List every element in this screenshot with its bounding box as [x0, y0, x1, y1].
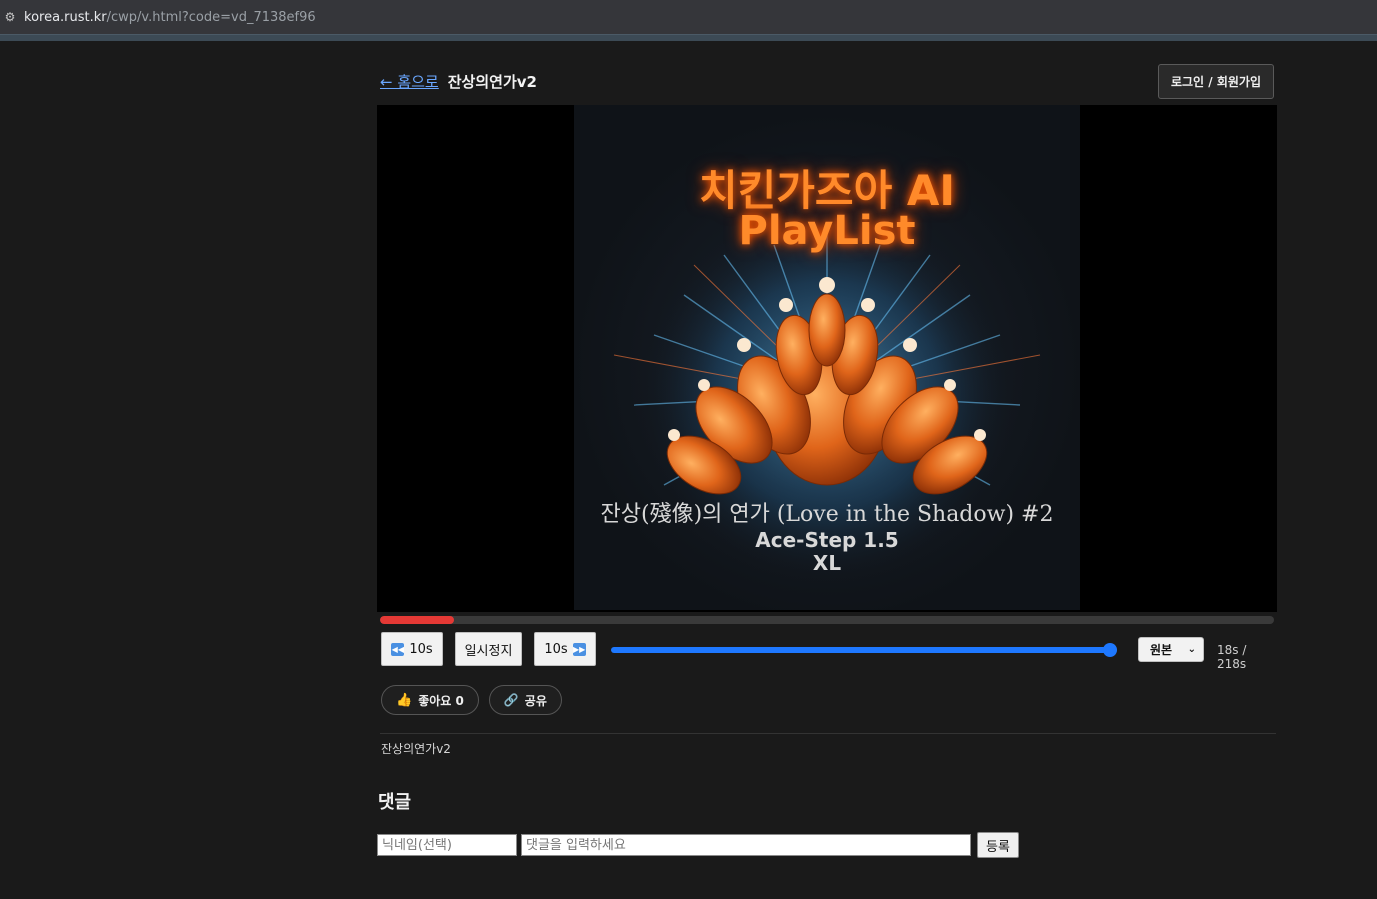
page-title: 잔상의연가v2 — [447, 72, 537, 91]
forward-label: 10s — [544, 641, 568, 657]
browser-divider — [0, 34, 1377, 41]
video-player[interactable]: 치킨가즈아 AI PlayList 잔상(殘像)의 연가 (Love in th… — [377, 105, 1277, 612]
page-header: ← 홈으로 잔상의연가v2 로그인 / 회원가입 — [380, 63, 1274, 99]
comments-heading: 댓글 — [378, 792, 412, 813]
site-settings-icon[interactable]: ⚙ — [0, 0, 20, 34]
cover-model-line2: XL — [812, 551, 842, 575]
cover-subtitle: 잔상(殘像)의 연가 (Love in the Shadow) #2 — [600, 502, 1054, 527]
chevron-down-icon: ⌄ — [1187, 644, 1196, 655]
cover-title-line2: PlayList — [738, 208, 916, 254]
link-icon: 🔗 — [503, 693, 519, 707]
player-controls: ◀◀ 10s 일시정지 10s ▶▶ 원본 ⌄ 18s / 218s — [381, 632, 1274, 671]
rewind-label: 10s — [409, 641, 433, 657]
quality-select[interactable]: 원본 ⌄ — [1138, 637, 1204, 662]
login-signup-button[interactable]: 로그인 / 회원가입 — [1157, 63, 1274, 99]
playback-time: 18s / 218s — [1217, 643, 1247, 671]
url-host: korea.rust.kr — [24, 9, 107, 25]
playback-progress-bar[interactable] — [380, 616, 1274, 624]
url-text[interactable]: korea.rust.kr/cwp/v.html?code=vd_7138ef9… — [24, 10, 316, 25]
video-description: 잔상의연가v2 — [381, 742, 451, 756]
browser-address-bar[interactable]: ⚙ korea.rust.kr/cwp/v.html?code=vd_7138e… — [0, 0, 1377, 34]
playback-progress-fill — [380, 616, 455, 624]
share-label: 공유 — [524, 693, 547, 708]
quality-selected-value: 원본 — [1150, 643, 1173, 657]
volume-thumb[interactable] — [1103, 643, 1117, 657]
comment-form: 등록 — [377, 832, 1019, 858]
volume-slider[interactable] — [611, 643, 1117, 657]
back-home-link[interactable]: ← 홈으로 — [380, 71, 439, 92]
thumbs-up-icon: 👍 — [396, 692, 413, 708]
forward-10s-button[interactable]: 10s ▶▶ — [534, 632, 596, 666]
pause-button[interactable]: 일시정지 — [455, 632, 522, 666]
rewind-10s-button[interactable]: ◀◀ 10s — [381, 632, 443, 666]
submit-comment-button[interactable]: 등록 — [977, 832, 1019, 858]
nickname-input[interactable] — [377, 834, 517, 856]
fast-forward-icon: ▶▶ — [572, 642, 586, 656]
cover-art: 치킨가즈아 AI PlayList 잔상(殘像)의 연가 (Love in th… — [574, 105, 1080, 610]
like-label: 좋아요 0 — [418, 693, 464, 708]
rewind-icon: ◀◀ — [391, 642, 405, 656]
section-divider — [380, 733, 1276, 734]
url-path: /cwp/v.html?code=vd_7138ef96 — [106, 9, 316, 25]
breadcrumb: ← 홈으로 잔상의연가v2 — [380, 71, 537, 92]
cover-model-line1: Ace-Step 1.5 — [755, 528, 899, 552]
comment-input[interactable] — [521, 834, 971, 856]
volume-track — [611, 647, 1117, 653]
social-actions: 👍 좋아요 0 🔗 공유 — [381, 685, 562, 715]
like-button[interactable]: 👍 좋아요 0 — [381, 685, 479, 715]
share-button[interactable]: 🔗 공유 — [488, 685, 562, 715]
